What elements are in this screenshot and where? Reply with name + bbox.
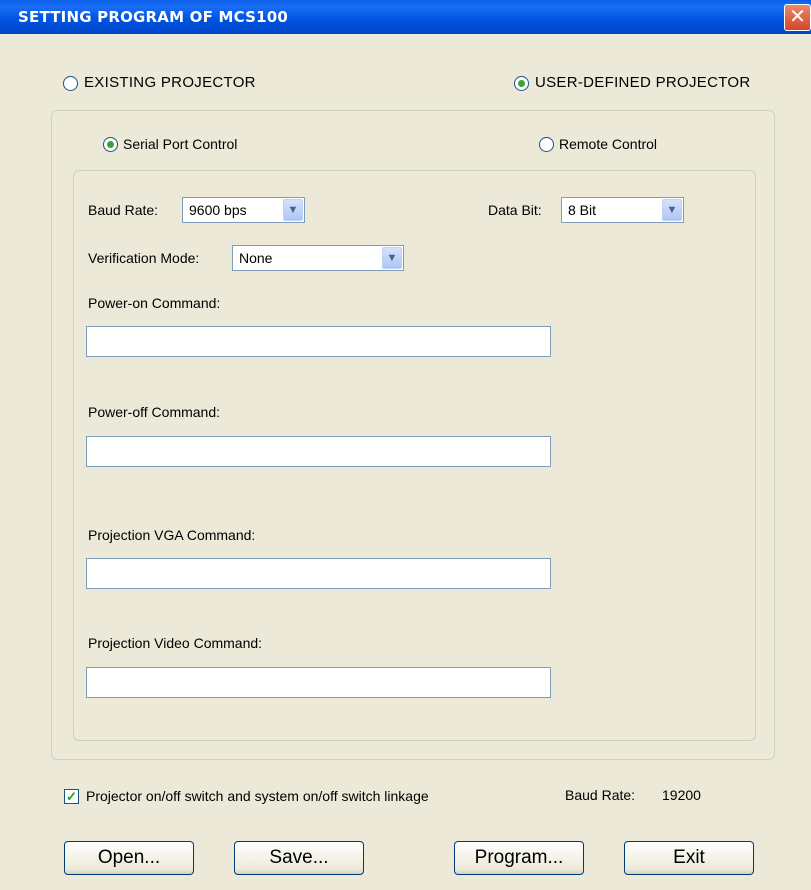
projection-video-command-input[interactable] [86, 667, 551, 698]
verification-mode-value: None [239, 250, 273, 266]
baud-rate-label: Baud Rate: [88, 202, 159, 218]
power-on-command-input[interactable] [86, 326, 551, 357]
baud-rate-select[interactable]: 9600 bps ▼ [182, 197, 305, 223]
radio-serial-port-control[interactable] [103, 137, 118, 152]
radio-remote-control[interactable] [539, 137, 554, 152]
power-off-command-input[interactable] [86, 436, 551, 467]
projection-vga-command-input[interactable] [86, 558, 551, 589]
radio-existing-projector[interactable] [63, 76, 78, 91]
footer-baud-rate-label: Baud Rate: [565, 787, 636, 803]
exit-button[interactable]: Exit [624, 841, 754, 875]
window-title: SETTING PROGRAM OF MCS100 [18, 8, 288, 26]
radio-user-defined-projector[interactable] [514, 76, 529, 91]
chevron-down-icon[interactable]: ▼ [382, 247, 402, 269]
data-bit-select[interactable]: 8 Bit ▼ [561, 197, 684, 223]
chevron-down-icon[interactable]: ▼ [283, 199, 303, 221]
footer-baud-rate-value: 19200 [662, 787, 701, 803]
settings-window: SETTING PROGRAM OF MCS100 ✕ EXISTING PRO… [0, 0, 811, 890]
title-bar[interactable]: SETTING PROGRAM OF MCS100 ✕ [0, 0, 811, 34]
verification-mode-select[interactable]: None ▼ [232, 245, 404, 271]
close-button[interactable]: ✕ [784, 4, 811, 31]
linkage-label: Projector on/off switch and system on/of… [86, 788, 429, 804]
checkmark-icon: ✓ [66, 789, 77, 804]
program-button[interactable]: Program... [454, 841, 584, 875]
data-bit-label: Data Bit: [488, 202, 542, 218]
close-icon: ✕ [789, 4, 806, 28]
remote-control-label: Remote Control [559, 136, 658, 152]
projection-vga-command-label: Projection VGA Command: [88, 527, 256, 543]
baud-rate-value: 9600 bps [189, 202, 247, 218]
power-off-command-label: Power-off Command: [88, 404, 221, 420]
data-bit-value: 8 Bit [568, 202, 597, 218]
save-button[interactable]: Save... [234, 841, 364, 875]
linkage-checkbox[interactable]: ✓ [64, 789, 79, 804]
projection-video-command-label: Projection Video Command: [88, 635, 263, 651]
open-button[interactable]: Open... [64, 841, 194, 875]
user-defined-projector-label: USER-DEFINED PROJECTOR [535, 74, 751, 91]
existing-projector-label: EXISTING PROJECTOR [84, 74, 256, 91]
serial-port-control-label: Serial Port Control [123, 136, 238, 152]
chevron-down-icon[interactable]: ▼ [662, 199, 682, 221]
verification-mode-label: Verification Mode: [88, 250, 200, 266]
power-on-command-label: Power-on Command: [88, 295, 221, 311]
